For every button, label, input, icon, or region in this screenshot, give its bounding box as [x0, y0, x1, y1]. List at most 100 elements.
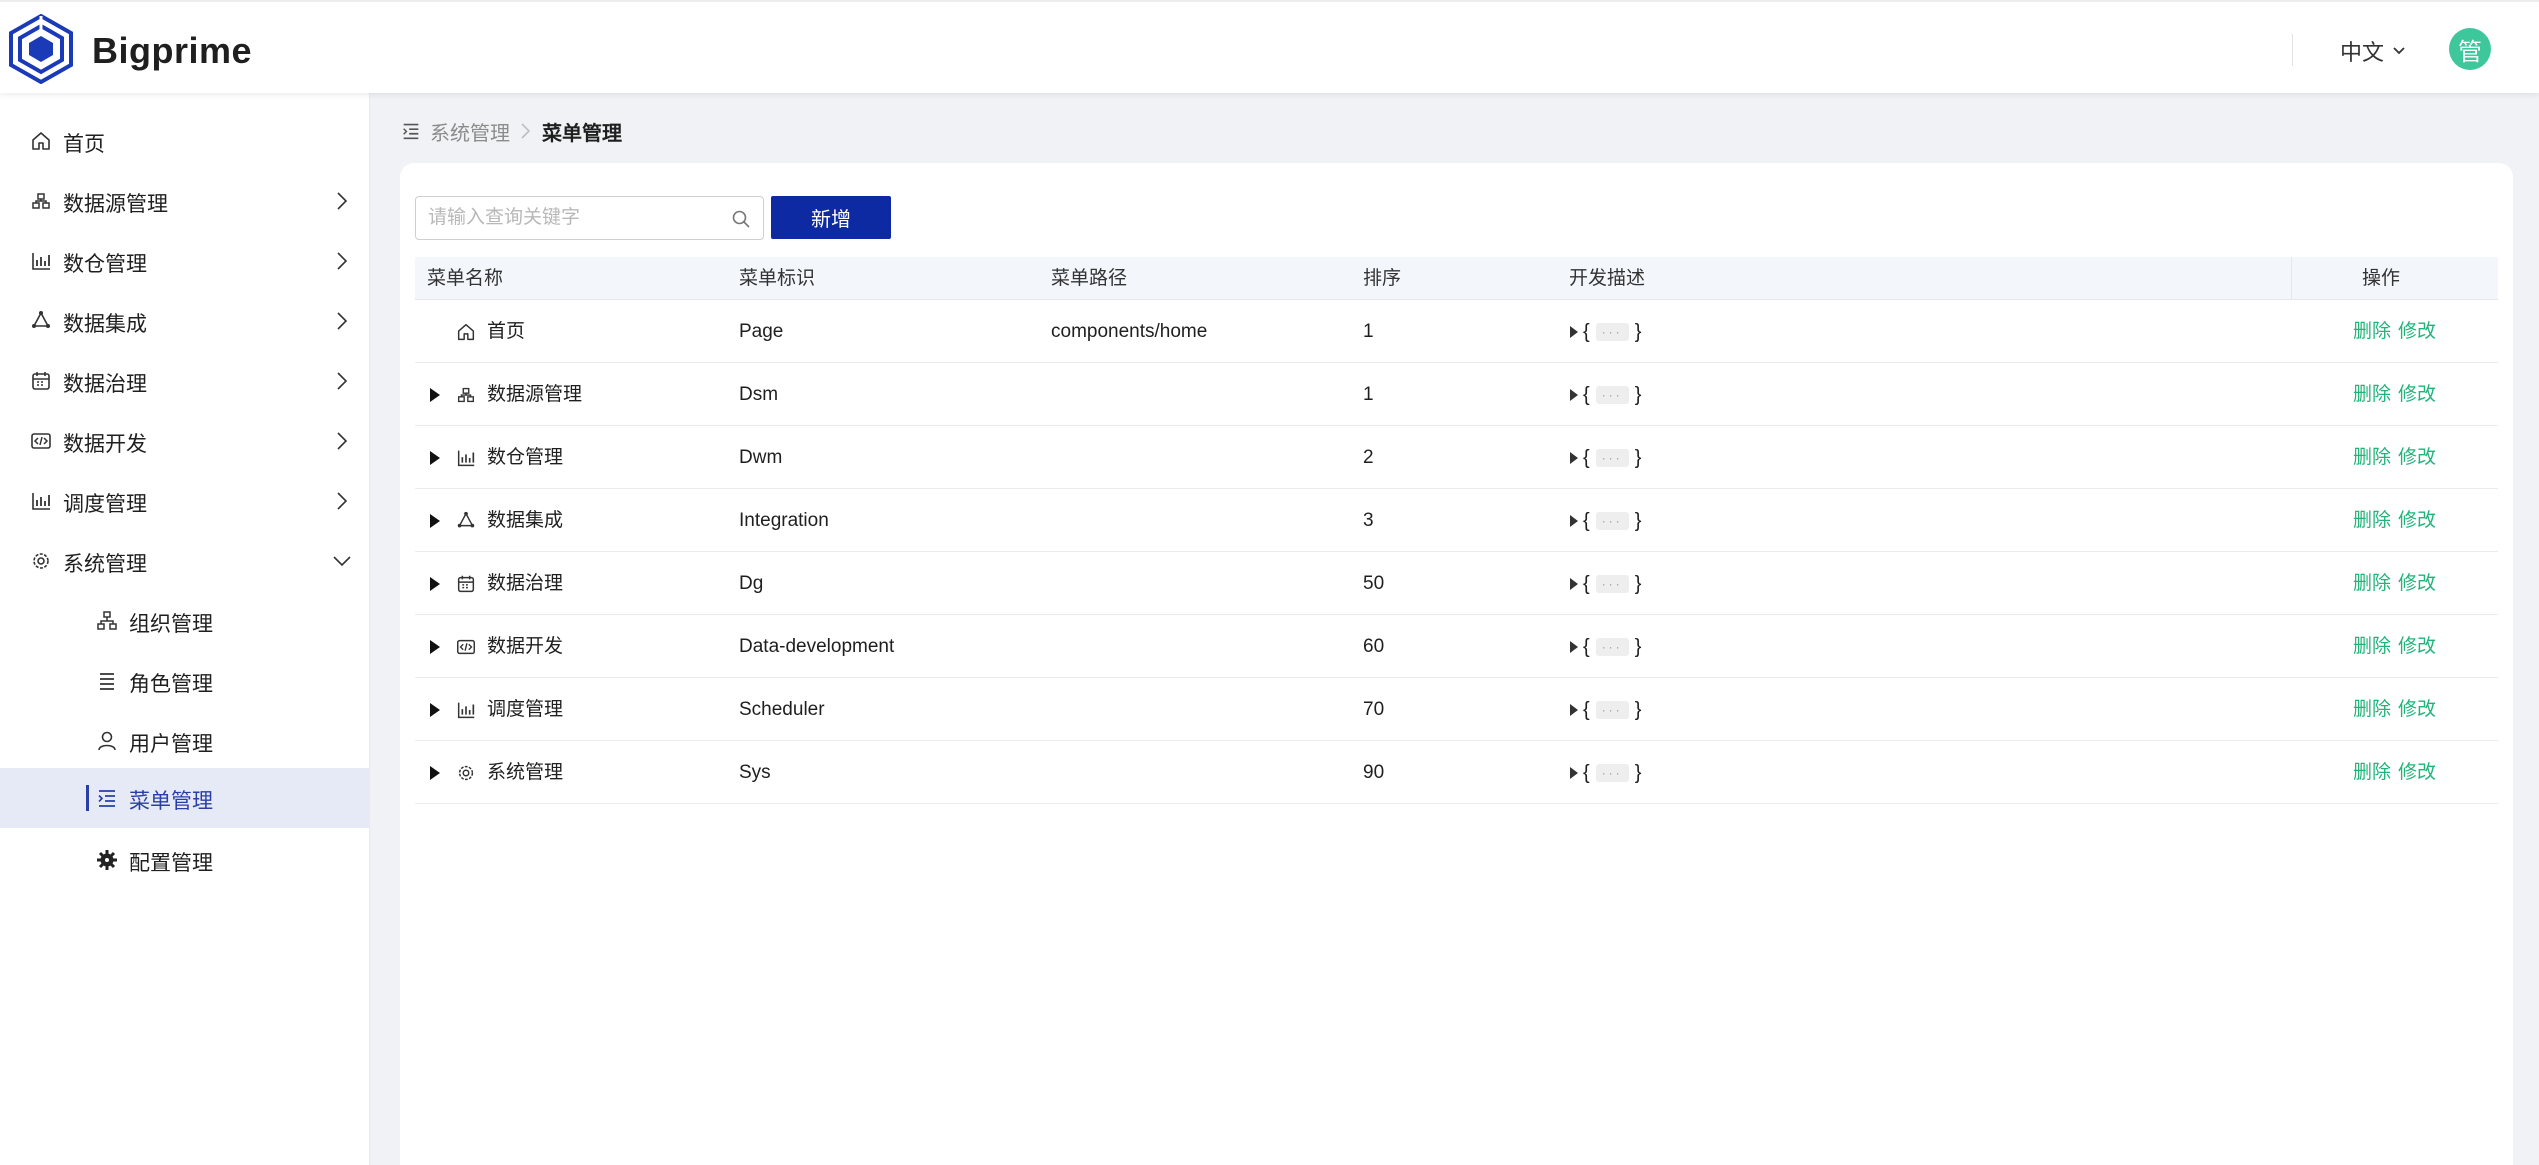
recycle-icon — [455, 510, 477, 532]
delete-button[interactable]: 删除 — [2353, 552, 2391, 615]
avatar[interactable]: 管 — [2449, 28, 2491, 70]
json-viewer[interactable]: { ··· } — [1569, 320, 1641, 344]
search-icon[interactable] — [730, 208, 752, 230]
json-ellipsis[interactable]: ··· — [1595, 638, 1629, 656]
sidebar-item-label: 数据治理 — [63, 373, 147, 396]
cell-menu-name: 数据开发 — [487, 636, 564, 657]
sidebar-item-development[interactable]: 数据开发 — [0, 411, 370, 471]
cell-order: 2 — [1363, 447, 1374, 468]
json-ellipsis[interactable]: ··· — [1595, 512, 1629, 530]
cell-menu-key: Dg — [739, 573, 764, 594]
sidebar-item-menu[interactable]: 菜单管理 — [0, 768, 370, 828]
sidebar-item-home[interactable]: 首页 — [0, 111, 370, 171]
caret-right-icon — [1569, 640, 1579, 654]
json-brace-open: { — [1583, 320, 1590, 343]
json-viewer[interactable]: { ··· } — [1569, 509, 1641, 533]
sidebar-item-system[interactable]: 系统管理 — [0, 531, 370, 591]
org-icon — [95, 609, 119, 633]
cell-menu-name: 首页 — [487, 321, 526, 342]
delete-button[interactable]: 删除 — [2353, 741, 2391, 804]
expand-caret-icon[interactable] — [429, 387, 441, 403]
cell-order: 1 — [1363, 384, 1374, 405]
chevron-right-icon — [330, 189, 354, 213]
delete-button[interactable]: 删除 — [2353, 426, 2391, 489]
cell-menu-name: 数据集成 — [487, 510, 564, 531]
expand-caret-icon[interactable] — [429, 576, 441, 592]
table-row: 数据治理 Dg 50 { ··· } 删除 修改 — [415, 552, 2498, 615]
delete-button[interactable]: 删除 — [2353, 300, 2391, 363]
edit-button[interactable]: 修改 — [2398, 552, 2436, 615]
json-brace-close: } — [1634, 320, 1642, 343]
cog-icon — [95, 848, 119, 872]
sidebar-item-label: 配置管理 — [129, 852, 213, 875]
datasource-icon — [455, 384, 477, 406]
delete-button[interactable]: 删除 — [2353, 678, 2391, 741]
sidebar-item-config[interactable]: 配置管理 — [0, 830, 370, 890]
expand-caret-icon[interactable] — [429, 450, 441, 466]
json-viewer[interactable]: { ··· } — [1569, 698, 1641, 722]
chevron-down-icon — [2392, 44, 2406, 58]
expand-caret-icon[interactable] — [429, 513, 441, 529]
json-ellipsis[interactable]: ··· — [1595, 701, 1629, 719]
language-label: 中文 — [2340, 40, 2385, 65]
expand-caret-icon[interactable] — [429, 639, 441, 655]
json-viewer[interactable]: { ··· } — [1569, 572, 1641, 596]
user-icon — [95, 729, 119, 753]
add-button[interactable]: 新增 — [771, 196, 891, 239]
brand-name: Bigprime — [92, 30, 253, 71]
sidebar-item-user[interactable]: 用户管理 — [0, 711, 370, 771]
home-icon — [455, 321, 477, 343]
json-viewer[interactable]: { ··· } — [1569, 446, 1641, 470]
expand-caret-icon[interactable] — [429, 702, 441, 718]
edit-button[interactable]: 修改 — [2398, 741, 2436, 804]
bar-chart-icon — [455, 447, 477, 469]
caret-right-icon — [1569, 388, 1579, 402]
json-ellipsis[interactable]: ··· — [1595, 764, 1629, 782]
json-brace-open: { — [1583, 446, 1590, 469]
sidebar-item-datasource[interactable]: 数据源管理 — [0, 171, 370, 231]
json-ellipsis[interactable]: ··· — [1595, 575, 1629, 593]
active-indicator — [86, 785, 89, 811]
json-viewer[interactable]: { ··· } — [1569, 383, 1641, 407]
edit-button[interactable]: 修改 — [2398, 300, 2436, 363]
expand-caret-icon[interactable] — [429, 765, 441, 781]
breadcrumb-current: 菜单管理 — [542, 122, 622, 145]
cell-order: 70 — [1363, 699, 1385, 720]
json-ellipsis[interactable]: ··· — [1595, 323, 1629, 341]
sidebar-item-label: 数仓管理 — [63, 253, 147, 276]
table-row: 系统管理 Sys 90 { ··· } 删除 修改 — [415, 741, 2498, 804]
search-input[interactable] — [416, 197, 706, 239]
json-viewer[interactable]: { ··· } — [1569, 761, 1641, 785]
delete-button[interactable]: 删除 — [2353, 489, 2391, 552]
edit-button[interactable]: 修改 — [2398, 489, 2436, 552]
sidebar-item-role[interactable]: 角色管理 — [0, 651, 370, 711]
sidebar-item-integration[interactable]: 数据集成 — [0, 291, 370, 351]
delete-button[interactable]: 删除 — [2353, 363, 2391, 426]
edit-button[interactable]: 修改 — [2398, 615, 2436, 678]
bigprime-logo-icon[interactable] — [8, 14, 74, 84]
breadcrumb-parent[interactable]: 系统管理 — [430, 117, 510, 146]
calendar-icon — [29, 369, 53, 393]
edit-button[interactable]: 修改 — [2398, 363, 2436, 426]
cell-menu-name: 调度管理 — [487, 699, 564, 720]
delete-button[interactable]: 删除 — [2353, 615, 2391, 678]
cell-order: 60 — [1363, 636, 1385, 657]
sidebar-item-label: 角色管理 — [129, 673, 213, 696]
language-selector[interactable]: 中文 — [2340, 35, 2406, 67]
sidebar-item-scheduler[interactable]: 调度管理 — [0, 471, 370, 531]
sidebar-item-governance[interactable]: 数据治理 — [0, 351, 370, 411]
chevron-right-icon — [330, 369, 354, 393]
bar-chart-icon — [29, 249, 53, 273]
edit-button[interactable]: 修改 — [2398, 678, 2436, 741]
code-icon — [455, 636, 477, 658]
json-ellipsis[interactable]: ··· — [1595, 449, 1629, 467]
sidebar-item-org[interactable]: 组织管理 — [0, 591, 370, 651]
edit-button[interactable]: 修改 — [2398, 426, 2436, 489]
column-header-desc: 开发描述 — [1569, 268, 1646, 289]
json-viewer[interactable]: { ··· } — [1569, 635, 1641, 659]
menu-icon — [400, 120, 422, 142]
caret-right-icon — [1569, 766, 1579, 780]
json-ellipsis[interactable]: ··· — [1595, 386, 1629, 404]
sidebar-item-warehouse[interactable]: 数仓管理 — [0, 231, 370, 291]
json-brace-close: } — [1634, 761, 1642, 784]
